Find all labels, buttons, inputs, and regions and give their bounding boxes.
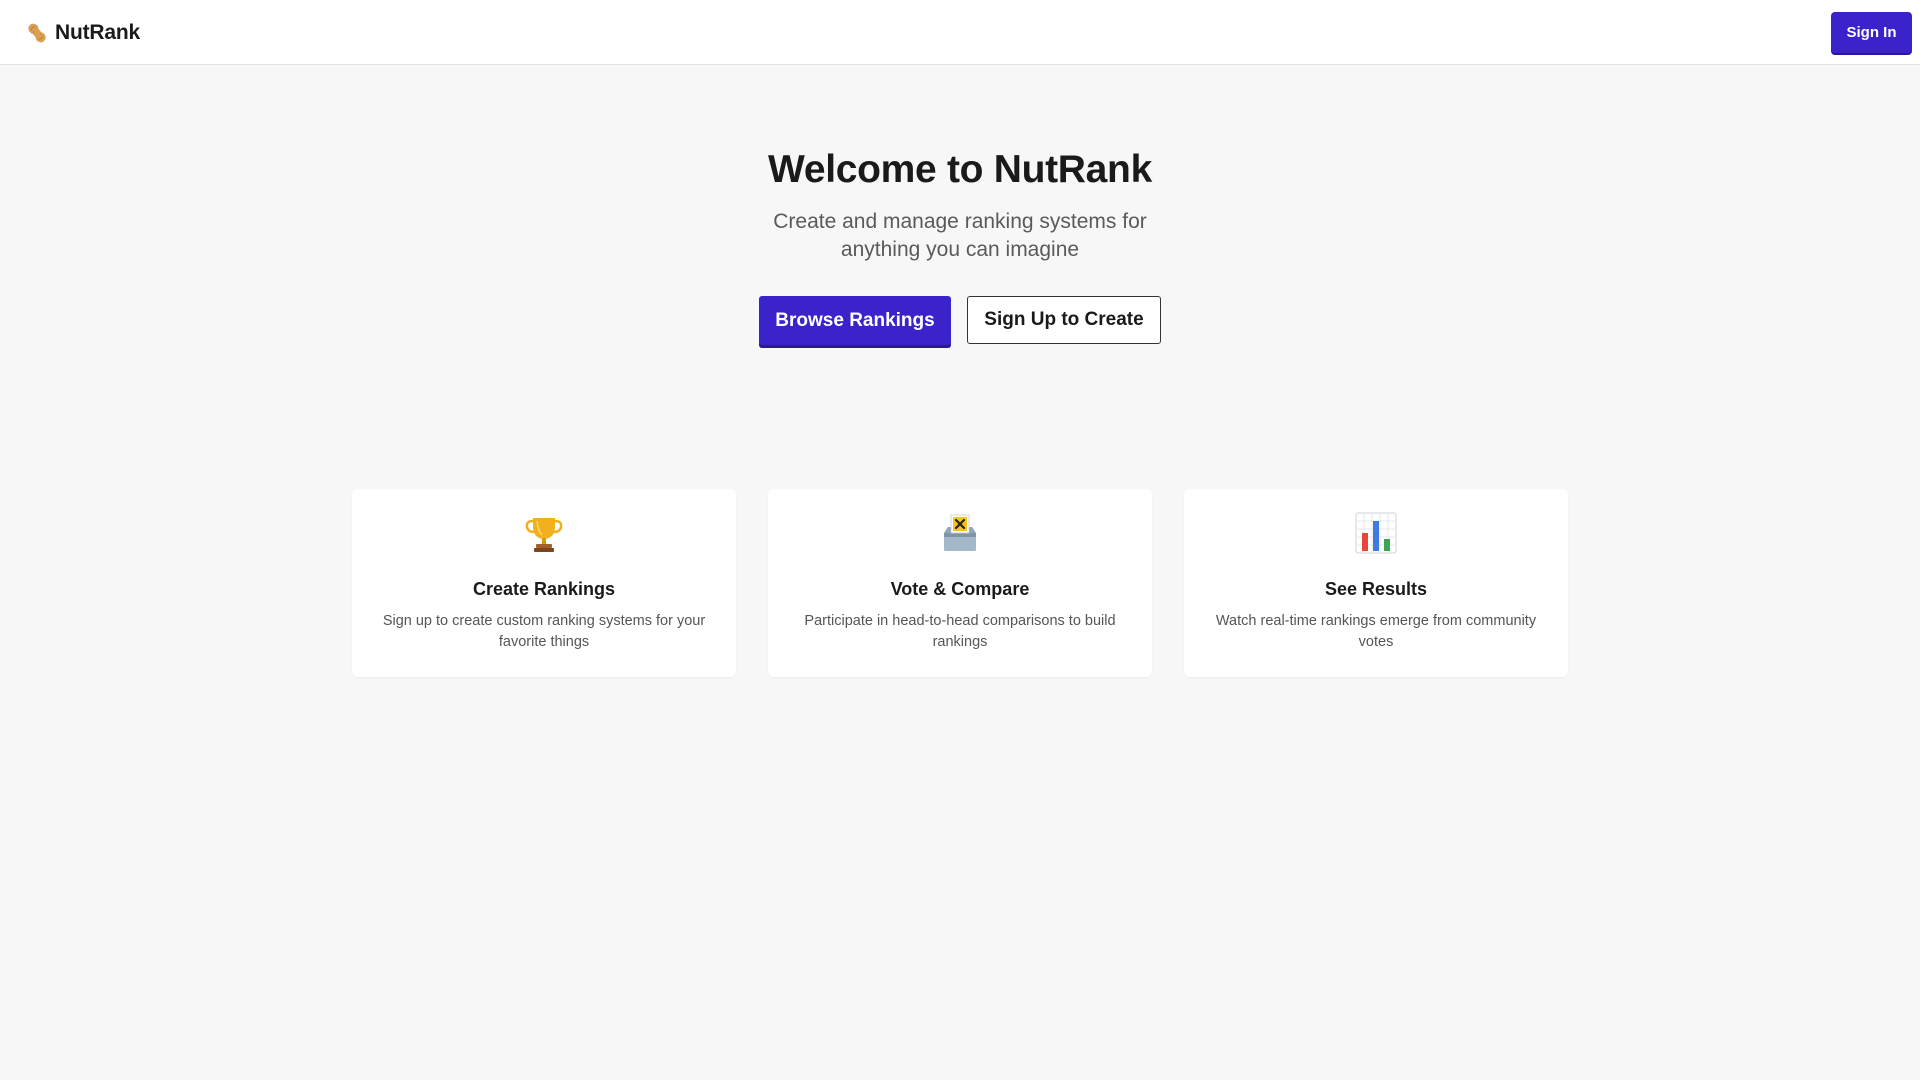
feature-description: Watch real-time rankings emerge from com… [1215,613,1537,650]
logo-link[interactable]: NutRank [25,19,140,47]
bar-chart-icon [1355,512,1397,554]
feature-title: Create Rankings [472,579,616,599]
feature-card-vote-compare: Vote & Compare Participate in head-to-he… [768,489,1152,677]
peanut-icon [28,23,46,43]
feature-description: Participate in head-to-head comparisons … [804,613,1116,650]
feature-card-create-rankings: Create Rankings Sign up to create custom… [352,489,736,677]
feature-title: See Results [1324,579,1428,599]
feature-description: Sign up to create custom ranking systems… [382,613,706,650]
feature-card-see-results: See Results Watch real-time rankings eme… [1184,489,1568,677]
feature-title: Vote & Compare [890,579,1030,599]
ballot-box-icon [944,514,976,551]
sign-in-button[interactable]: Sign In [1831,12,1912,53]
hero-subtitle: Create and manage ranking systems for an… [773,210,1147,261]
trophy-icon [525,518,563,552]
sign-up-to-create-button[interactable]: Sign Up to Create [967,296,1161,344]
top-nav: NutRank Sign In [0,0,1920,65]
brand-name: NutRank [55,21,140,44]
browse-rankings-button[interactable]: Browse Rankings [759,296,951,345]
page-title: Welcome to NutRank [768,148,1152,191]
